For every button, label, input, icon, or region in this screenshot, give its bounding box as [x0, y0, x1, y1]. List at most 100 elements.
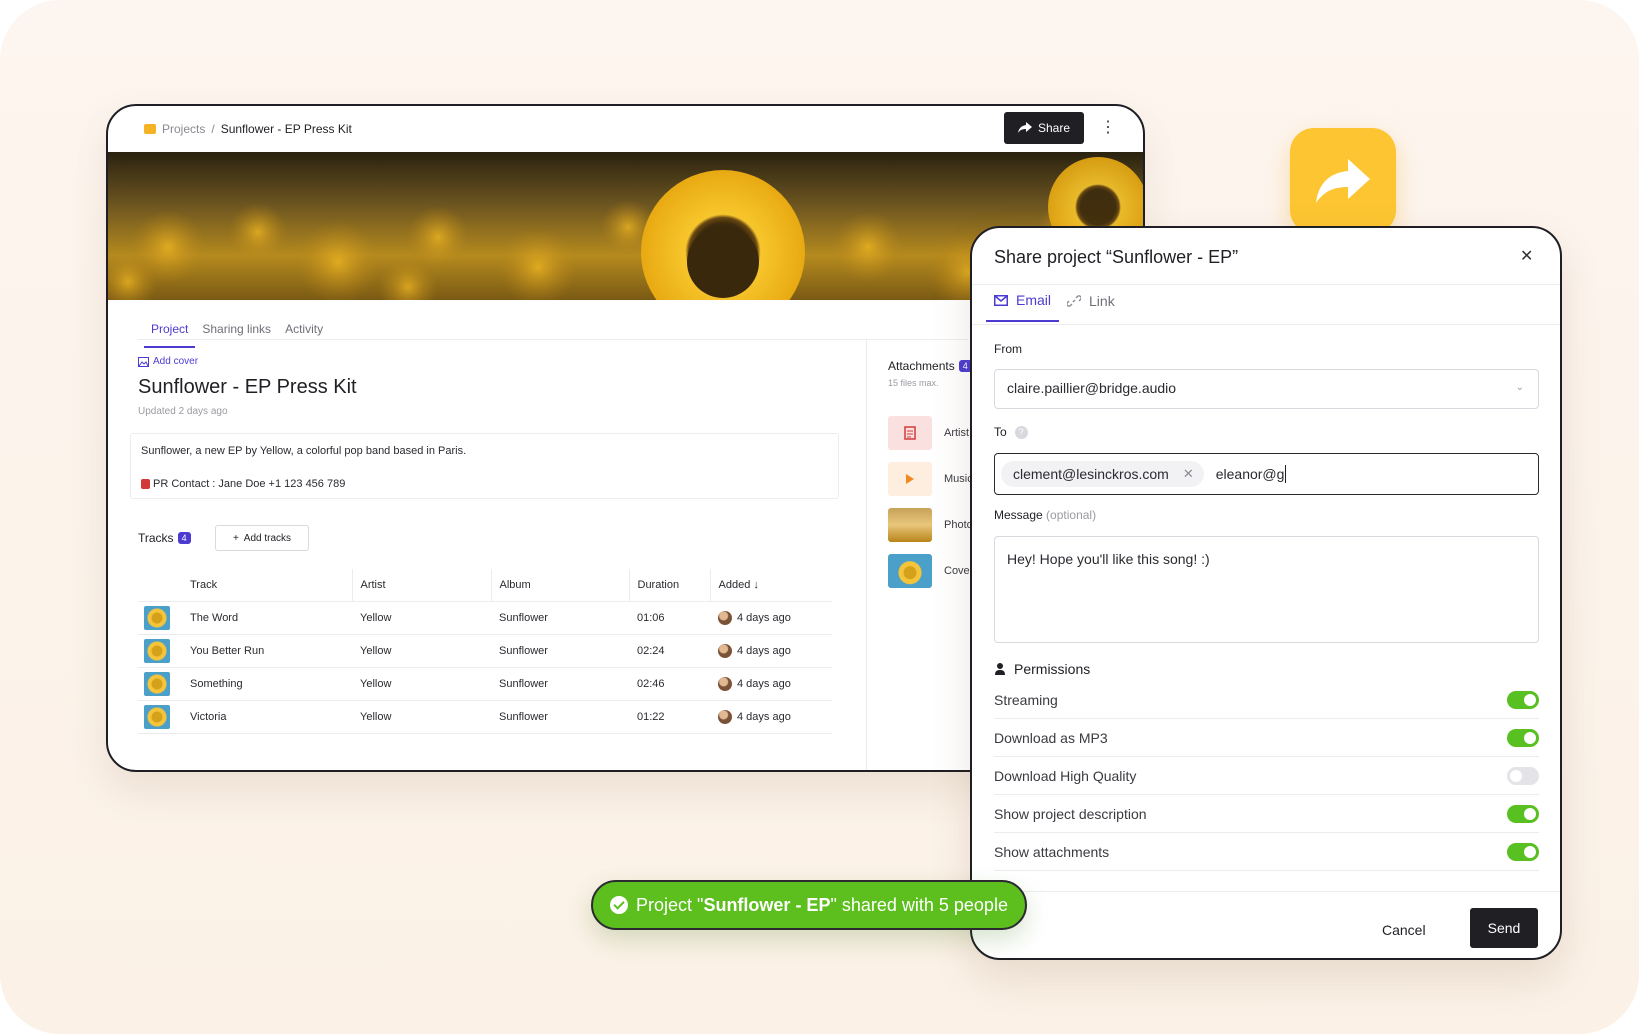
remove-recipient-icon[interactable]: ✕: [1183, 466, 1194, 482]
track-added: 4 days ago: [737, 677, 791, 690]
add-tracks-label: Add tracks: [243, 532, 292, 544]
user-icon: [995, 663, 1005, 675]
track-name: Something: [182, 667, 352, 701]
close-icon[interactable]: ✕: [1520, 246, 1533, 266]
add-tracks-button[interactable]: + Add tracks: [215, 525, 309, 551]
toast-message: Project "Sunflower - EP" shared with 5 p…: [636, 895, 1008, 916]
track-added-cell: 4 days ago: [710, 667, 832, 701]
description-contact: PR Contact : Jane Doe +1 123 456 789: [141, 478, 345, 490]
column-header-track[interactable]: Track: [182, 569, 353, 602]
track-name: Victoria: [182, 700, 352, 734]
attachments-header: Attachments 4: [888, 359, 972, 373]
attachments-limit: 15 files max.: [888, 378, 939, 388]
toast-suffix: " shared with 5 people: [830, 894, 1008, 915]
updated-timestamp: Updated 2 days ago: [138, 406, 228, 417]
column-header-duration[interactable]: Duration: [629, 569, 711, 602]
to-recipients-input[interactable]: clement@lesinckros.com ✕ eleanor@g: [994, 453, 1539, 495]
column-divider: [866, 340, 867, 770]
column-header-artist[interactable]: Artist: [352, 569, 492, 602]
column-header-added-label: Added: [718, 578, 751, 591]
send-button[interactable]: Send: [1470, 908, 1538, 948]
track-album: Sunflower: [491, 700, 629, 734]
more-options-icon[interactable]: ⋮: [1100, 118, 1116, 138]
avatar: [718, 676, 732, 691]
track-added-cell: 4 days ago: [710, 700, 832, 734]
help-icon[interactable]: ?: [1014, 425, 1028, 439]
table-row[interactable]: Victoria Yellow Sunflower 01:22 4 days a…: [138, 700, 832, 734]
table-row[interactable]: You Better Run Yellow Sunflower 02:24 4 …: [138, 634, 832, 668]
track-artist: Yellow: [352, 700, 491, 734]
tab-email-label: Email: [1016, 292, 1052, 308]
mail-icon: [994, 294, 1008, 306]
permission-row-streaming: Streaming: [994, 681, 1539, 719]
tab-sharing-links[interactable]: Sharing links: [195, 318, 278, 348]
track-added: 4 days ago: [737, 644, 791, 657]
cancel-button[interactable]: Cancel: [1382, 922, 1426, 938]
success-toast: Project "Sunflower - EP" shared with 5 p…: [591, 880, 1027, 930]
add-cover-link[interactable]: Add cover: [138, 356, 198, 367]
download-high-quality-toggle[interactable]: [1507, 766, 1539, 785]
check-circle-icon: [610, 896, 629, 914]
track-album: Sunflower: [491, 634, 629, 668]
play-icon: [888, 462, 932, 496]
share-dialog: Share project “Sunflower - EP” ✕ Email L…: [970, 226, 1562, 960]
share-forward-icon: [1290, 128, 1396, 234]
attachment-label: Photo: [944, 519, 973, 531]
to-label: To: [994, 425, 1007, 439]
phone-icon: [141, 479, 150, 489]
column-header-album[interactable]: Album: [491, 569, 630, 602]
recipient-chip-email: clement@lesinckros.com: [1013, 466, 1169, 482]
download-mp3-toggle[interactable]: [1507, 728, 1539, 747]
recipient-text-entry[interactable]: eleanor@g: [1216, 465, 1287, 483]
track-album: Sunflower: [491, 667, 629, 701]
tabs-divider: [138, 339, 968, 340]
thumb-column-header: [138, 569, 182, 602]
link-icon: [1067, 295, 1082, 307]
tab-activity[interactable]: Activity: [278, 318, 330, 348]
share-button[interactable]: Share: [1004, 112, 1084, 144]
track-thumbnail: [144, 638, 170, 663]
project-description[interactable]: Sunflower, a new EP by Yellow, a colorfu…: [130, 433, 839, 499]
photo-icon: [888, 508, 932, 542]
breadcrumb-separator: /: [211, 122, 215, 136]
message-label: Message: [994, 508, 1043, 522]
column-header-added[interactable]: Added ↓: [710, 569, 832, 602]
project-topbar: Projects / Sunflower - EP Press Kit Shar…: [108, 106, 1143, 152]
from-value: claire.paillier@bridge.audio: [1007, 380, 1177, 396]
breadcrumb-root[interactable]: Projects: [162, 122, 205, 136]
chevron-down-icon: ⌄: [1515, 382, 1524, 393]
plus-icon: +: [232, 532, 239, 544]
show-attachments-toggle[interactable]: [1507, 842, 1539, 861]
avatar: [718, 643, 732, 658]
table-row[interactable]: Something Yellow Sunflower 02:46 4 days …: [138, 667, 832, 701]
track-duration: 01:06: [629, 601, 710, 635]
show-description-toggle[interactable]: [1507, 804, 1539, 823]
track-album: Sunflower: [491, 601, 629, 635]
track-added-cell: 4 days ago: [710, 634, 832, 668]
table-row[interactable]: The Word Yellow Sunflower 01:06 4 days a…: [138, 601, 832, 635]
track-artist: Yellow: [352, 601, 491, 635]
breadcrumb-current: Sunflower - EP Press Kit: [220, 122, 352, 136]
tab-email[interactable]: Email: [986, 284, 1060, 322]
avatar: [718, 610, 732, 625]
dialog-title: Share project “Sunflower - EP”: [994, 247, 1239, 267]
message-optional: (optional): [1046, 508, 1097, 522]
description-line: Sunflower, a new EP by Yellow, a colorfu…: [141, 445, 467, 457]
permission-label: Streaming: [994, 691, 1058, 708]
from-select[interactable]: claire.paillier@bridge.audio ⌄: [994, 369, 1539, 409]
message-value: Hey! Hope you'll like this song! :): [1007, 551, 1210, 567]
toast-prefix: Project ": [636, 894, 704, 915]
track-name: You Better Run: [182, 634, 352, 668]
tab-link[interactable]: Link: [1059, 284, 1123, 322]
streaming-toggle[interactable]: [1507, 690, 1539, 709]
tab-project[interactable]: Project: [144, 318, 196, 348]
share-button-label: Share: [1037, 121, 1071, 135]
recipient-chip: clement@lesinckros.com ✕: [1001, 461, 1204, 487]
track-artist: Yellow: [352, 634, 491, 668]
add-cover-label: Add cover: [153, 356, 199, 367]
track-thumbnail: [144, 671, 170, 696]
text-caret: [1285, 465, 1287, 483]
permission-label: Show attachments: [994, 843, 1110, 860]
message-textarea[interactable]: Hey! Hope you'll like this song! :): [994, 536, 1539, 643]
image-icon: [138, 356, 149, 367]
